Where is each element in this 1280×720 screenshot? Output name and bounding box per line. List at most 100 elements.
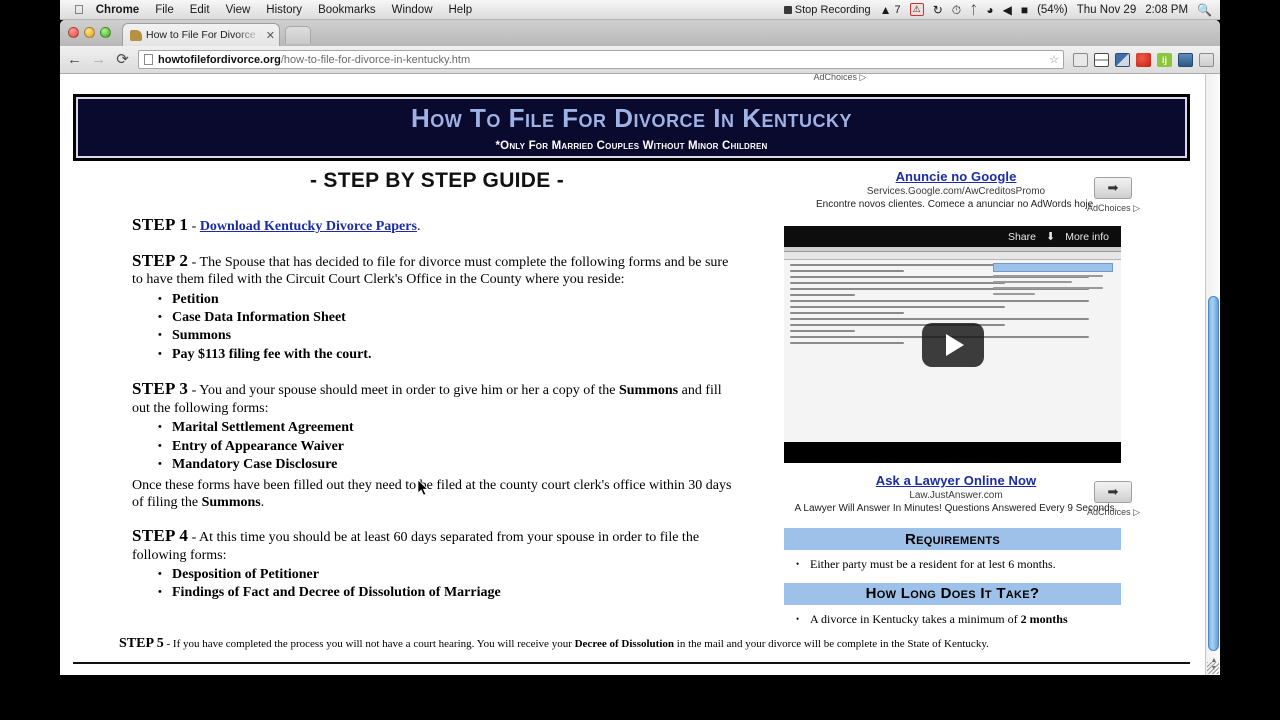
step-5-bold-decree: Decree of Dissolution <box>575 638 674 650</box>
close-window-button[interactable] <box>68 27 79 38</box>
split-pane-extension-icon[interactable] <box>1094 53 1109 67</box>
video-thumbnail <box>784 247 1121 442</box>
sync-icon[interactable]: ↻ <box>933 4 943 16</box>
browser-toolbar: ← → ⟳ howtofilefordivorce.org/how-to-fil… <box>60 46 1220 74</box>
chrome-window: How to File For Divorce in Kentucky ✕ ← … <box>60 20 1220 675</box>
list-item: Entry of Appearance Waiver <box>158 438 742 456</box>
page-viewport: AdChoices ▷ How To File For Divorce In K… <box>60 74 1220 675</box>
menu-item-edit[interactable]: Edit <box>190 4 210 16</box>
bookmark-star-icon[interactable]: ☆ <box>1049 53 1059 66</box>
list-item: Desposition of Petitioner <box>158 566 742 584</box>
stop-recording-status[interactable]: Stop Recording <box>784 4 871 16</box>
step-2-form-list: Petition Case Data Information Sheet Sum… <box>158 291 742 365</box>
browser-tab[interactable]: How to File For Divorce in Kentucky ✕ <box>122 23 280 46</box>
clock-icon[interactable]: ⏱ <box>952 4 961 16</box>
adchoices-label[interactable]: AdChoices ▷ <box>1087 203 1140 214</box>
main-column: - STEP BY STEP GUIDE - STEP 1 - Download… <box>132 169 742 618</box>
address-bar[interactable]: howtofilefordivorce.org/how-to-file-for-… <box>138 50 1064 69</box>
ad-title-anuncie-no-google[interactable]: Anuncie no Google <box>770 169 1142 184</box>
step-2: STEP 2 - The Spouse that has decided to … <box>132 251 742 365</box>
step-4-label: STEP 4 <box>132 526 188 545</box>
adchoices-label[interactable]: AdChoices ▷ <box>1087 507 1140 518</box>
step-1: STEP 1 - Download Kentucky Divorce Paper… <box>132 215 742 236</box>
page-banner: How To File For Divorce In Kentucky *Onl… <box>73 94 1190 161</box>
step-3-text-pre: - You and your spouse should meet in ord… <box>188 383 619 398</box>
alert-icon[interactable]: ⚠ <box>910 3 924 16</box>
step-3-trailing-bold: Summons <box>202 495 261 510</box>
page-subtitle: *Only For Married Couples Without Minor … <box>496 140 768 152</box>
menu-item-chrome[interactable]: Chrome <box>96 4 139 16</box>
extensions-area: ij <box>1071 53 1214 67</box>
step-5-label: STEP 5 <box>119 636 164 651</box>
download-divorce-papers-link[interactable]: Download Kentucky Divorce Papers <box>200 219 417 234</box>
reload-button[interactable]: ⟳ <box>114 52 131 67</box>
menu-bar-status-area: Stop Recording ▲ 7 ⚠ ↻ ⏱ ᛏ ◕ ◀ ■ (54%) T… <box>784 3 1220 16</box>
apple-icon[interactable]:  <box>74 3 84 16</box>
blue-extension-icon[interactable] <box>1178 53 1193 67</box>
chrome-menu-icon[interactable] <box>1199 53 1214 67</box>
url-path: /how-to-file-for-divorce-in-kentucky.htm <box>281 54 470 66</box>
adchoices-top-label[interactable]: AdChoices ▷ <box>760 74 920 82</box>
tab-strip: How to File For Divorce in Kentucky ✕ <box>60 20 1220 46</box>
step-3-trailing-post: . <box>261 495 265 510</box>
stumbleupon-extension-icon[interactable] <box>1136 53 1151 67</box>
stop-recording-label: Stop Recording <box>795 4 871 16</box>
step-4-text: - At this time you should be at least 60… <box>132 530 699 563</box>
list-item: Summons <box>158 327 742 345</box>
how-long-heading: How Long Does It Take? <box>784 583 1121 605</box>
close-tab-icon[interactable]: ✕ <box>266 29 275 42</box>
wifi-icon[interactable]: ◕ <box>986 4 993 16</box>
step-2-text: - The Spouse that has decided to file fo… <box>132 255 728 288</box>
forward-button[interactable]: → <box>90 52 107 67</box>
ad-title-ask-a-lawyer[interactable]: Ask a Lawyer Online Now <box>770 473 1142 488</box>
battery-icon[interactable]: ■ <box>1021 4 1028 16</box>
step-3-trailing-text: Once these forms have been filled out th… <box>132 477 742 511</box>
menu-item-window[interactable]: Window <box>392 4 433 16</box>
menu-item-help[interactable]: Help <box>449 4 473 16</box>
macos-menu-bar:  Chrome File Edit View History Bookmark… <box>60 0 1220 20</box>
video-more-info-button[interactable]: More info <box>1065 231 1109 243</box>
step-3: STEP 3 - You and your spouse should meet… <box>132 379 742 510</box>
globe-extension-icon[interactable] <box>1073 53 1088 67</box>
stop-recording-icon <box>784 6 792 14</box>
list-item: Either party must be a resident for at l… <box>796 556 1142 573</box>
video-share-button[interactable]: Share <box>1008 231 1036 243</box>
step-5-text-post: in the mail and your divorce will be com… <box>674 638 989 650</box>
spotlight-search-icon[interactable]: 🔍 <box>1197 4 1212 16</box>
step-3-label: STEP 3 <box>132 379 188 398</box>
battery-percent: (54%) <box>1037 4 1068 16</box>
menu-item-bookmarks[interactable]: Bookmarks <box>318 4 376 16</box>
download-arrow-icon[interactable]: ⬇ <box>1046 230 1055 243</box>
step-5-text-pre: - If you have completed the process you … <box>164 638 575 650</box>
video-player[interactable]: Share ⬇ More info <box>784 226 1121 463</box>
step-1-label: STEP 1 <box>132 215 188 234</box>
thumb-toolbar <box>784 252 1121 260</box>
app-badge-status[interactable]: ▲ 7 <box>880 4 901 16</box>
ad-arrow-button[interactable]: ➡ <box>1094 177 1132 199</box>
menu-item-view[interactable]: View <box>226 4 251 16</box>
minimize-window-button[interactable] <box>84 27 95 38</box>
window-resizer[interactable] <box>1207 662 1219 674</box>
back-button[interactable]: ← <box>66 52 83 67</box>
vertical-scrollbar[interactable]: ▲▼ <box>1205 74 1220 675</box>
scrollbar-thumb[interactable] <box>1208 296 1219 651</box>
menu-item-file[interactable]: File <box>155 4 174 16</box>
green-extension-icon[interactable]: ij <box>1157 53 1172 67</box>
zoom-window-button[interactable] <box>100 27 111 38</box>
ad-arrow-button[interactable]: ➡ <box>1094 481 1132 503</box>
url-domain: howtofilefordivorce.org <box>158 54 281 66</box>
ad-url: Services.Google.com/AwCreditosPromo <box>770 186 1142 197</box>
play-button[interactable] <box>922 323 984 367</box>
list-item: Marital Settlement Agreement <box>158 419 742 437</box>
menubar-date: Thu Nov 29 <box>1077 4 1136 16</box>
menu-item-history[interactable]: History <box>266 4 302 16</box>
ad-block-lawyer: Ask a Lawyer Online Now Law.JustAnswer.c… <box>770 473 1142 518</box>
step-1-dash: - <box>188 219 200 234</box>
window-controls <box>68 27 111 38</box>
bluetooth-icon[interactable]: ᛏ <box>970 4 977 16</box>
how-long-text: A divorce in Kentucky takes a minimum of <box>810 612 1021 626</box>
new-tab-button[interactable] <box>285 26 311 44</box>
volume-icon[interactable]: ◀ <box>1003 4 1012 16</box>
requirements-list: Either party must be a resident for at l… <box>796 556 1142 573</box>
window-extension-icon[interactable] <box>1115 53 1130 67</box>
